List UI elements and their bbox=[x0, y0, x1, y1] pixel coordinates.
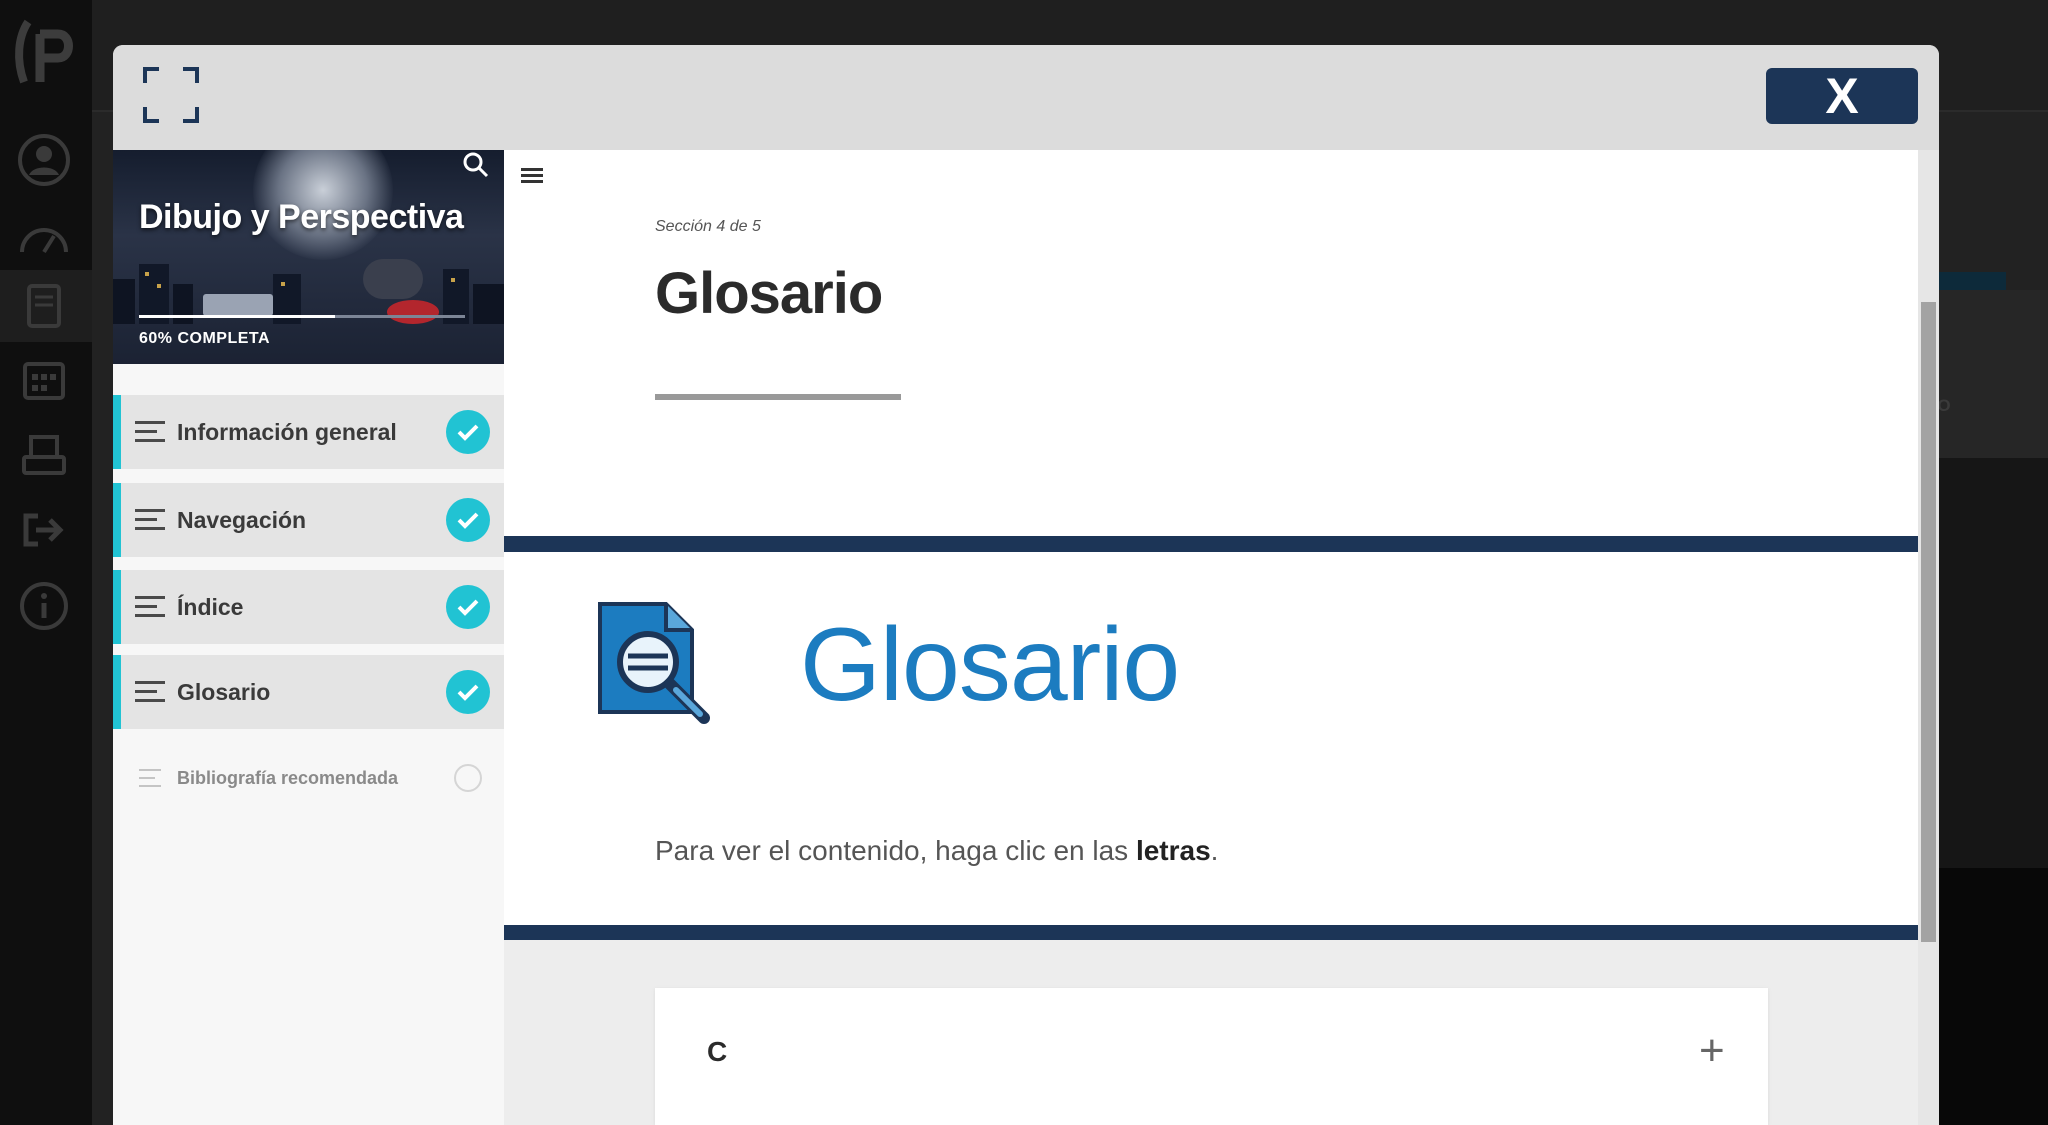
instruction-suffix: . bbox=[1210, 835, 1219, 866]
course-sidebar: Dibujo y Perspectiva 60% COMPLETA Inform… bbox=[113, 150, 504, 1125]
lesson-item-indice[interactable]: Índice bbox=[113, 570, 504, 644]
background-sidebar bbox=[0, 0, 92, 1125]
title-divider bbox=[655, 394, 901, 400]
check-icon bbox=[446, 585, 490, 629]
close-button[interactable]: X bbox=[1766, 68, 1918, 124]
expand-plus-icon[interactable]: + bbox=[1699, 1026, 1725, 1076]
band-divider-bottom bbox=[504, 925, 1918, 940]
scrollbar-thumb[interactable] bbox=[1921, 302, 1936, 942]
fullscreen-icon[interactable] bbox=[143, 67, 199, 123]
city-illustration bbox=[113, 259, 504, 324]
lines-icon bbox=[135, 421, 165, 442]
menu-icon[interactable] bbox=[518, 162, 546, 190]
info-icon[interactable] bbox=[14, 576, 74, 636]
instruction-text: Para ver el contenido, haga clic en las … bbox=[655, 835, 1218, 867]
course-progress-label: 60% COMPLETA bbox=[139, 330, 271, 347]
lesson-item-bibliografia[interactable]: Bibliografía recomendada bbox=[113, 741, 504, 815]
course-progress-fill bbox=[139, 315, 335, 318]
document-search-icon bbox=[598, 602, 710, 724]
lesson-label: Bibliografía recomendada bbox=[177, 767, 399, 788]
user-icon[interactable] bbox=[14, 130, 74, 190]
content-scrollbar[interactable] bbox=[1918, 150, 1939, 1125]
search-icon[interactable] bbox=[461, 150, 491, 180]
check-icon bbox=[446, 498, 490, 542]
courses-icon[interactable] bbox=[14, 276, 74, 336]
instruction-prefix: Para ver el contenido, haga clic en las bbox=[655, 835, 1136, 866]
dashboard-icon[interactable] bbox=[14, 208, 74, 268]
lesson-item-informacion-general[interactable]: Información general bbox=[113, 395, 504, 469]
logout-icon[interactable] bbox=[14, 500, 74, 560]
course-modal: X Dibujo y Perspectiva 60% COMPLETA Info… bbox=[113, 45, 1939, 1125]
accordion-letter: C bbox=[707, 1036, 728, 1067]
lesson-content: Sección 4 de 5 Glosario Glosario Para ve… bbox=[504, 150, 1918, 1125]
lesson-item-navegacion[interactable]: Navegación bbox=[113, 483, 504, 557]
check-icon bbox=[446, 670, 490, 714]
print-icon[interactable] bbox=[14, 426, 74, 486]
course-banner: Dibujo y Perspectiva 60% COMPLETA bbox=[113, 150, 504, 364]
lesson-item-glosario[interactable]: Glosario bbox=[113, 655, 504, 729]
lines-icon bbox=[135, 509, 165, 530]
glosario-banner-heading: Glosario bbox=[800, 607, 1180, 723]
lines-icon bbox=[135, 596, 165, 617]
band-divider-top bbox=[504, 536, 1918, 552]
instruction-bold: letras bbox=[1135, 835, 1211, 866]
course-progress-bar bbox=[139, 315, 465, 318]
lines-icon bbox=[135, 681, 165, 702]
section-counter: Sección 4 de 5 bbox=[655, 218, 761, 235]
lesson-label: Información general bbox=[177, 418, 397, 445]
page-title: Glosario bbox=[655, 261, 883, 326]
lesson-label: Navegación bbox=[177, 506, 307, 533]
lesson-label: Índice bbox=[177, 593, 244, 620]
lesson-label: Glosario bbox=[177, 678, 271, 705]
modal-header: X bbox=[113, 45, 1939, 150]
course-title: Dibujo y Perspectiva bbox=[139, 198, 464, 236]
logo-icon bbox=[15, 19, 73, 84]
incomplete-circle-icon bbox=[454, 764, 482, 792]
calendar-icon[interactable] bbox=[14, 350, 74, 410]
glossary-accordion-c[interactable]: C + bbox=[655, 988, 1768, 1125]
check-icon bbox=[446, 410, 490, 454]
lines-icon bbox=[139, 769, 161, 787]
